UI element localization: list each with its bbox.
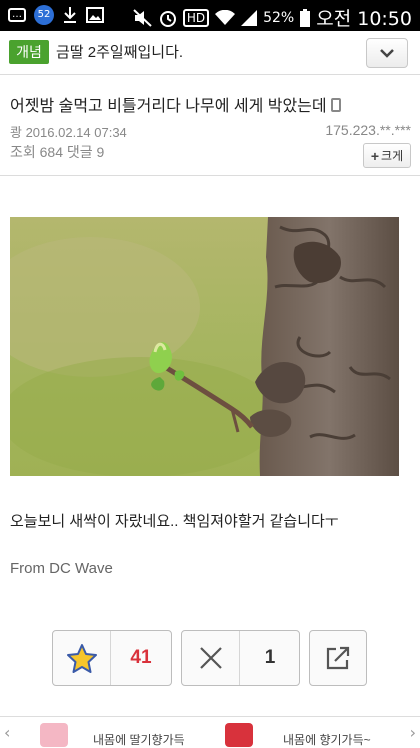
sprout-tree-photo — [10, 217, 399, 476]
post-header: 어젯밤 술먹고 비틀거리다 나무에 세게 박았는데 쾅 2016.02.14 0… — [0, 80, 420, 176]
gallery-header: 개념 금딸 2주일째입니다. — [0, 31, 420, 75]
battery-percent: 52% — [263, 9, 295, 26]
x-icon — [199, 647, 222, 669]
share-icon — [326, 646, 350, 670]
star-icon — [66, 644, 97, 673]
download-icon — [64, 7, 76, 23]
share-button[interactable] — [309, 630, 367, 686]
ad-text-1[interactable]: 내몸에 딸기향가득 — [93, 731, 185, 748]
nonrecommend-count: 1 — [264, 647, 276, 668]
recommend-button[interactable]: 41 — [52, 630, 172, 686]
nonrecommend-button[interactable]: 1 — [181, 630, 300, 686]
mobile-icon — [330, 98, 341, 112]
chevron-right-icon[interactable]: › — [410, 723, 416, 742]
post-stats: 조회 684 댓글 9 — [10, 144, 105, 160]
post-source: From DC Wave — [10, 560, 113, 577]
mute-icon — [133, 8, 152, 27]
wifi-icon — [215, 9, 236, 25]
chevron-left-icon[interactable]: ‹ — [4, 723, 10, 742]
post-photo[interactable] — [10, 217, 399, 476]
ad-product-image-1[interactable] — [40, 723, 68, 747]
gallery-title[interactable]: 금딸 2주일째입니다. — [56, 41, 183, 62]
signal-icon — [241, 9, 258, 26]
recommend-count: 41 — [130, 647, 152, 668]
battery-icon — [300, 8, 311, 27]
ad-text-2[interactable]: 내몸에 향기가득~ — [283, 731, 371, 748]
post-ip: 175.223.**.*** — [325, 122, 411, 138]
chevron-down-icon — [380, 49, 394, 58]
menu-dropdown-button[interactable] — [366, 38, 408, 68]
chat-icon: … — [8, 8, 26, 22]
post-body: 오늘보니 새싹이 자랐네요.. 책임져야할거 같습니다ㅜ — [10, 513, 339, 530]
concept-badge[interactable]: 개념 — [9, 40, 49, 64]
post-title: 어젯밤 술먹고 비틀거리다 나무에 세게 박았는데 — [10, 92, 341, 116]
post-author-date: 쾅 2016.02.14 07:34 — [10, 125, 127, 140]
hd-voice-icon: HD — [182, 8, 210, 27]
clock: 오전 10:50 — [316, 8, 412, 30]
ad-product-image-2[interactable] — [225, 723, 253, 747]
notification-count-icon: 52 — [34, 5, 54, 25]
alarm-icon — [159, 10, 176, 27]
status-bar: … 52 HD 52% 오전 10:50 — [0, 0, 420, 31]
plus-icon: + — [370, 147, 380, 164]
ad-banner[interactable]: ‹ 내몸에 딸기향가득 내몸에 향기가득~ › — [0, 716, 420, 748]
enlarge-text-button[interactable]: + 크게 — [363, 143, 411, 168]
image-icon — [86, 7, 104, 23]
